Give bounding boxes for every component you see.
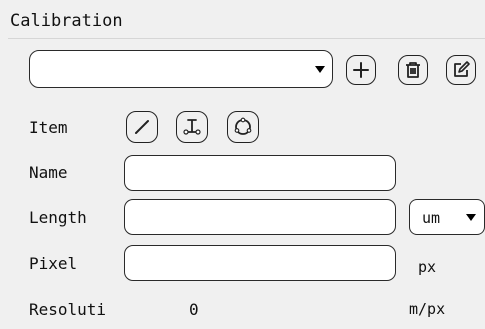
line-tool-button[interactable] bbox=[126, 111, 158, 143]
trash-icon bbox=[406, 62, 420, 78]
length-label: Length bbox=[29, 208, 87, 227]
calibration-dropdown[interactable] bbox=[29, 50, 333, 88]
header-divider bbox=[8, 38, 485, 39]
name-label: Name bbox=[29, 163, 68, 182]
add-calibration-button[interactable] bbox=[346, 55, 376, 85]
resolution-label: Resoluti bbox=[29, 300, 107, 319]
length-unit-dropdown[interactable]: um bbox=[409, 199, 485, 235]
section-title: Calibration bbox=[10, 11, 123, 31]
resolution-unit-label: m/px bbox=[409, 300, 446, 318]
pixel-unit-label: px bbox=[418, 258, 437, 276]
chevron-down-icon[interactable] bbox=[466, 214, 476, 221]
perpendicular-tool-icon bbox=[183, 119, 201, 135]
line-tool-icon bbox=[135, 120, 149, 134]
circle-tool-icon bbox=[234, 117, 252, 135]
delete-calibration-button[interactable] bbox=[398, 55, 428, 85]
item-label: Item bbox=[29, 118, 68, 137]
length-field[interactable] bbox=[124, 199, 396, 235]
pixel-label: Pixel bbox=[29, 254, 78, 273]
circle-tool-button[interactable] bbox=[227, 111, 259, 143]
chevron-down-icon[interactable] bbox=[315, 66, 325, 73]
pixel-field[interactable] bbox=[124, 245, 396, 281]
resolution-value: 0 bbox=[189, 300, 199, 319]
plus-icon bbox=[353, 62, 369, 78]
edit-icon bbox=[454, 61, 470, 77]
length-unit-value: um bbox=[422, 209, 441, 227]
edit-calibration-button[interactable] bbox=[446, 55, 476, 85]
name-field[interactable] bbox=[124, 155, 396, 191]
perpendicular-tool-button[interactable] bbox=[176, 111, 208, 143]
